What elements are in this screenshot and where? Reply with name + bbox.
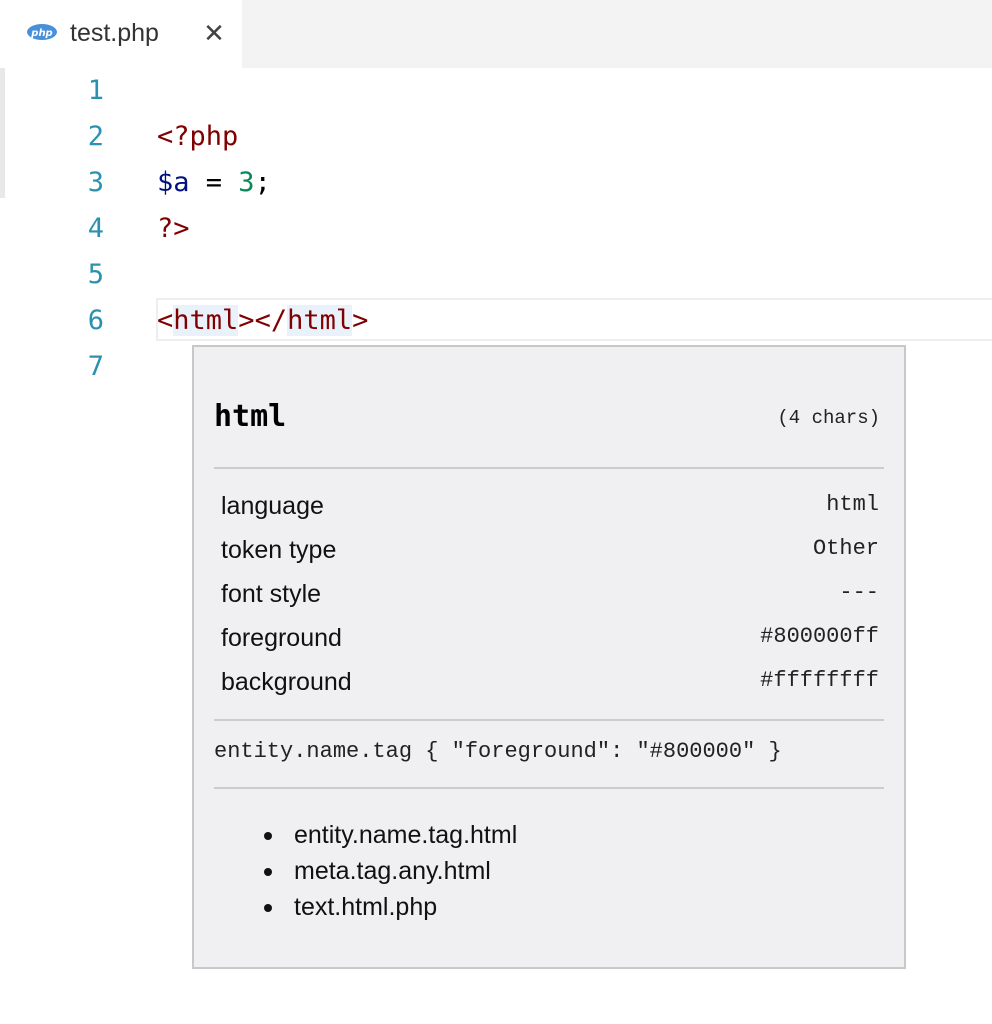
tag-bracket: </ xyxy=(254,305,288,336)
close-icon[interactable]: ✕ xyxy=(200,20,228,48)
tag-bracket: > xyxy=(238,305,255,336)
theme-rule: entity.name.tag { "foreground": "#800000… xyxy=(214,739,782,764)
bullet-icon xyxy=(264,832,272,840)
line-number: 5 xyxy=(87,259,104,290)
property-value: --- xyxy=(839,580,879,605)
property-value: Other xyxy=(812,536,879,561)
property-row-font-style: font style --- xyxy=(221,580,879,624)
line-number: 1 xyxy=(87,75,104,106)
hover-token-length: (4 chars) xyxy=(777,407,880,429)
list-item: text.html.php xyxy=(256,889,517,925)
property-row-language: language html xyxy=(221,492,879,536)
scope-name: entity.name.tag.html xyxy=(294,821,518,849)
line-number: 2 xyxy=(87,121,104,152)
property-row-background: background #ffffffff xyxy=(221,668,879,712)
php-close-tag: ?> xyxy=(157,213,190,244)
tag-bracket: < xyxy=(157,305,174,336)
svg-text:php: php xyxy=(30,28,52,39)
hover-divider xyxy=(214,719,884,721)
property-row-foreground: foreground #800000ff xyxy=(221,624,879,668)
php-file-icon: php xyxy=(26,22,58,47)
semicolon-token: ; xyxy=(254,167,271,198)
property-key: foreground xyxy=(221,624,342,652)
code-line-3[interactable]: $a = 3; xyxy=(157,160,271,206)
code-line-6[interactable]: <html></html> xyxy=(157,298,368,344)
token-inspector-hover: html (4 chars) language html token type … xyxy=(192,345,906,969)
number-token: 3 xyxy=(238,167,255,198)
scope-list: entity.name.tag.html meta.tag.any.html t… xyxy=(256,817,517,925)
hover-divider xyxy=(214,787,884,789)
property-key: language xyxy=(221,492,324,520)
line-number: 6 xyxy=(87,305,104,336)
tab-bar: php test.php ✕ xyxy=(0,0,992,68)
property-key: token type xyxy=(221,536,337,564)
scope-name: meta.tag.any.html xyxy=(294,857,491,885)
bullet-icon xyxy=(264,868,272,876)
property-value: html xyxy=(826,492,879,517)
tag-name-close: html xyxy=(287,305,353,336)
tab-title: test.php xyxy=(70,19,159,47)
property-value: #ffffffff xyxy=(760,668,879,693)
tag-bracket: > xyxy=(352,305,369,336)
property-value: #800000ff xyxy=(760,624,879,649)
list-item: entity.name.tag.html xyxy=(256,817,517,853)
property-key: font style xyxy=(221,580,322,608)
hover-divider xyxy=(214,467,884,469)
php-open-tag: <?php xyxy=(157,121,239,152)
line-number: 7 xyxy=(87,351,104,382)
operator-token: = xyxy=(189,167,239,198)
variable-token: $a xyxy=(157,167,190,198)
code-line-2[interactable]: <?php xyxy=(157,114,238,160)
property-row-token-type: token type Other xyxy=(221,536,879,580)
tab-test-php[interactable]: php test.php ✕ xyxy=(0,0,242,68)
bullet-icon xyxy=(264,904,272,912)
code-line-4[interactable]: ?> xyxy=(157,206,190,252)
tag-name-open: html xyxy=(173,305,239,336)
property-key: background xyxy=(221,668,352,696)
list-item: meta.tag.any.html xyxy=(256,853,517,889)
scope-name: text.html.php xyxy=(294,893,438,921)
line-number: 3 xyxy=(87,167,104,198)
line-number: 4 xyxy=(87,213,104,244)
hover-token-name: html xyxy=(214,399,287,434)
